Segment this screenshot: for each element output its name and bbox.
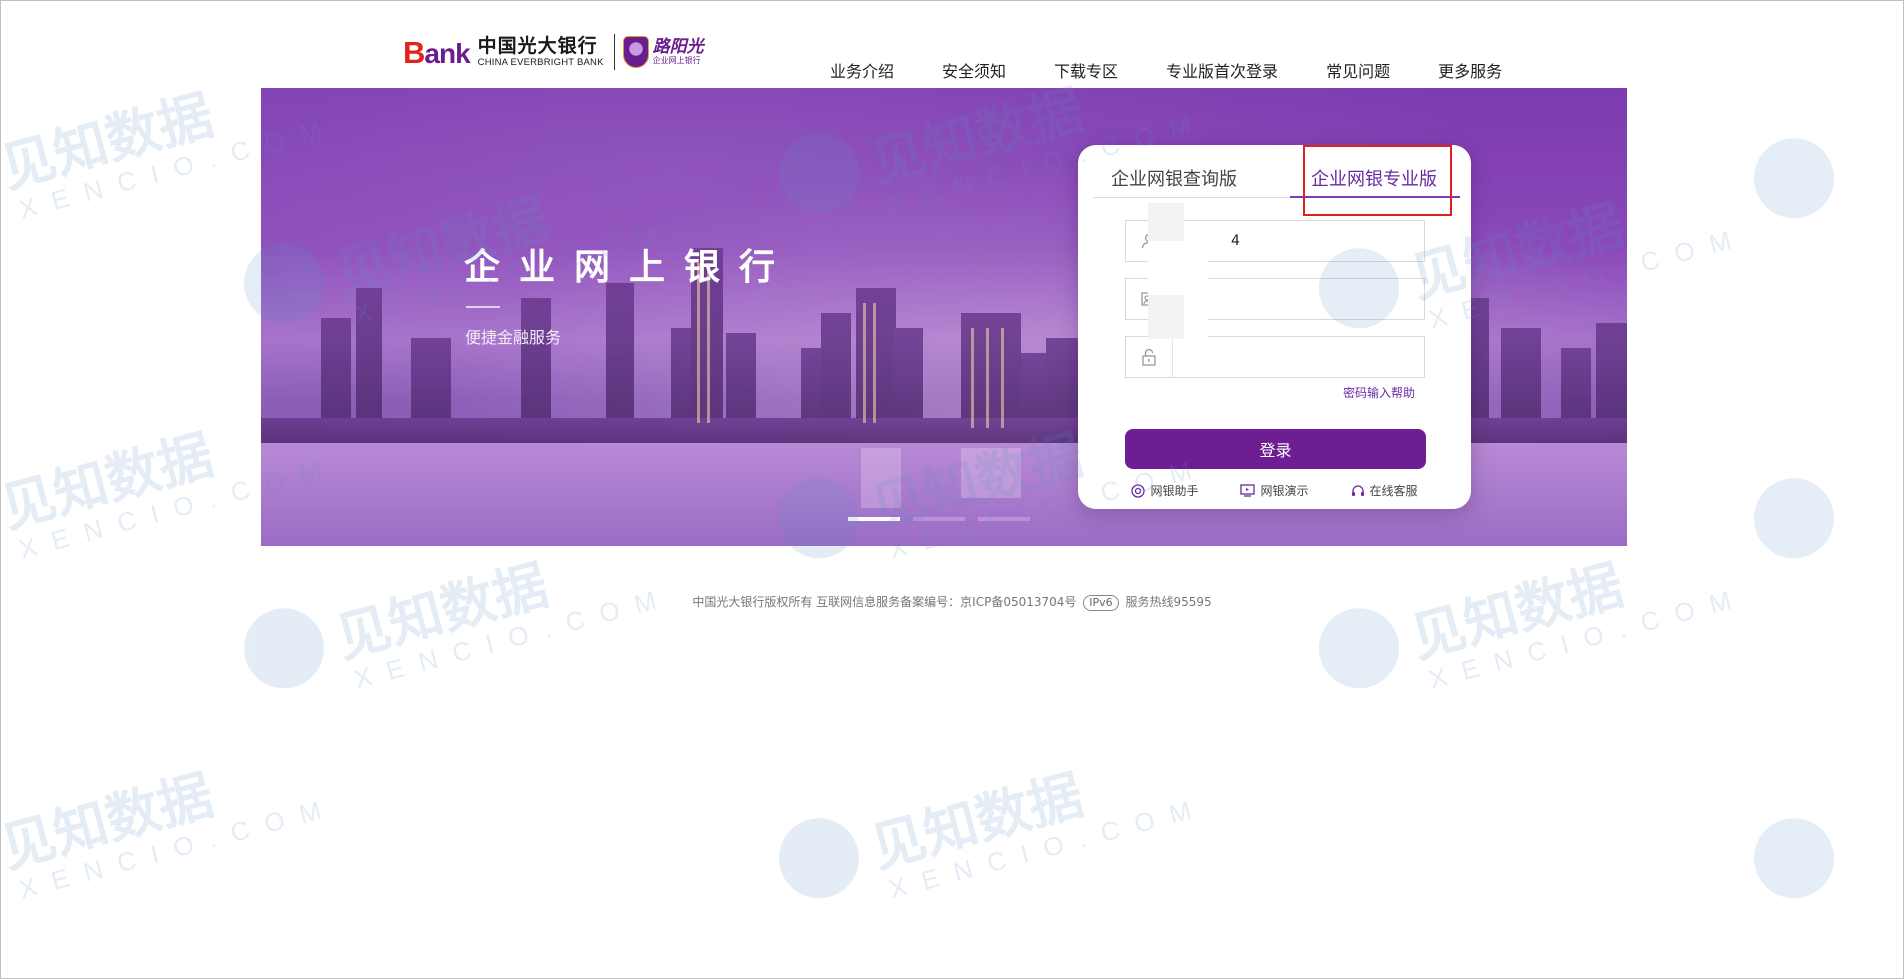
- password-field: [1125, 336, 1425, 378]
- lock-icon: [1126, 337, 1173, 377]
- demo-icon: [1240, 484, 1256, 497]
- logo-divider: [613, 34, 615, 70]
- tab-query-edition[interactable]: 企业网银查询版: [1111, 165, 1237, 191]
- username-input[interactable]: [1173, 221, 1423, 261]
- nav-security-notice[interactable]: 安全须知: [942, 58, 1006, 82]
- nav-business-intro[interactable]: 业务介绍: [830, 58, 894, 82]
- bank-name-cn: 中国光大银行: [477, 34, 598, 57]
- online-support-link[interactable]: 在线客服: [1351, 482, 1418, 499]
- page-footer: 中国光大银行版权所有 互联网信息服务备案编号：京ICP备05013704号 IP…: [0, 593, 1904, 611]
- annotation-highlight-box: [1303, 145, 1452, 216]
- netbank-assistant-link[interactable]: 网银助手: [1131, 482, 1198, 499]
- carousel-indicators: [848, 517, 1043, 521]
- shield-icon: [622, 36, 649, 68]
- certificate-input[interactable]: [1173, 279, 1423, 319]
- privacy-mask: [1148, 241, 1208, 295]
- banner-title: 企业网上银行: [464, 247, 795, 288]
- card-footer-links: 网银助手 网银演示 在线客服: [1078, 482, 1471, 499]
- carousel-dot-2[interactable]: [913, 517, 965, 521]
- copyright-text: 中国光大银行版权所有 互联网信息服务备案编号：京ICP备05013704号: [692, 595, 1077, 609]
- bank-name-en: CHINA EVERBRIGHT BANK: [477, 56, 604, 68]
- privacy-mask: [1148, 203, 1184, 241]
- banner-divider: [466, 306, 500, 308]
- carousel-dot-1[interactable]: [848, 517, 900, 521]
- nav-download[interactable]: 下载专区: [1054, 58, 1118, 82]
- banner-subtitle: 便捷金融服务: [465, 328, 562, 347]
- hotline-text: 服务热线95595: [1125, 595, 1212, 609]
- sunshine-badge: 路阳光 企业网上银行: [622, 36, 704, 68]
- privacy-mask: [1184, 295, 1208, 339]
- top-nav: 业务介绍 安全须知 下载专区 专业版首次登录 常见问题 更多服务: [830, 58, 1502, 82]
- password-input[interactable]: [1173, 337, 1423, 377]
- nav-faq[interactable]: 常见问题: [1326, 58, 1390, 82]
- password-help-link[interactable]: 密码输入帮助: [1343, 384, 1415, 401]
- assistant-icon: [1131, 483, 1146, 498]
- nav-more-services[interactable]: 更多服务: [1438, 58, 1502, 82]
- bank-wordmark: Bank: [403, 34, 471, 70]
- privacy-mask: [1148, 295, 1184, 339]
- nav-pro-first-login[interactable]: 专业版首次登录: [1166, 58, 1278, 82]
- bank-logo[interactable]: Bank 中国光大银行 CHINA EVERBRIGHT BANK 路阳光 企业…: [403, 32, 704, 72]
- netbank-demo-link[interactable]: 网银演示: [1240, 482, 1309, 499]
- carousel-dot-3[interactable]: [978, 517, 1030, 521]
- ipv6-badge: IPv6: [1083, 595, 1119, 611]
- login-button[interactable]: 登录: [1125, 429, 1426, 469]
- headset-icon: [1351, 484, 1364, 496]
